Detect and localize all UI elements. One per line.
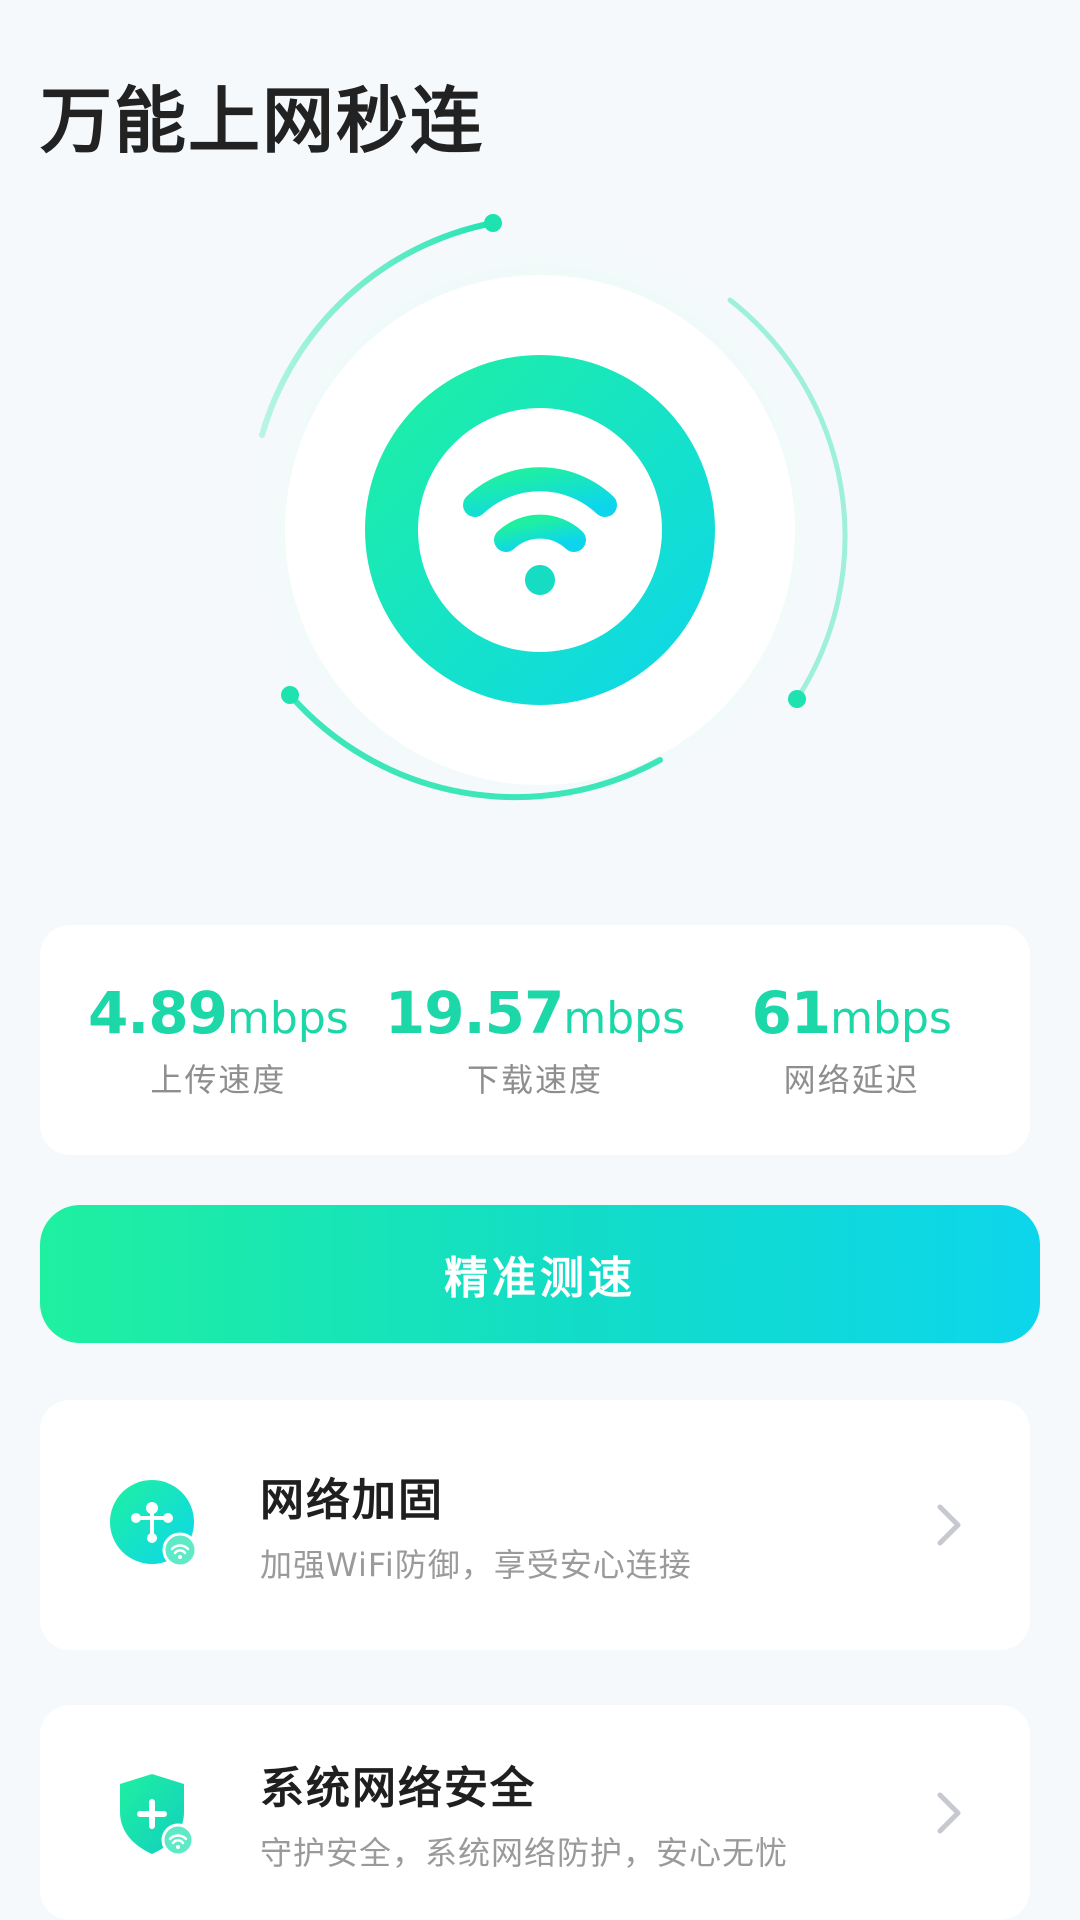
- stat-download-unit: mbps: [563, 993, 686, 1044]
- feature-network-hardening-title: 网络加固: [260, 1475, 444, 1526]
- stat-download-value-wrap: 19.57 mbps: [385, 979, 685, 1047]
- network-hub-icon: [110, 1480, 200, 1570]
- accurate-speed-test-button[interactable]: 精准测速: [40, 1205, 1040, 1343]
- feature-system-network-security-text: 系统网络安全 守护安全，系统网络防护，安心无忧: [260, 1752, 930, 1874]
- stat-latency-label: 网络延迟: [783, 1061, 920, 1099]
- hero-wifi-graphic: [0, 180, 1080, 860]
- stat-upload-unit: mbps: [227, 993, 349, 1044]
- feature-network-hardening-subtitle: 加强WiFi防御，享受安心连接: [260, 1546, 692, 1584]
- shield-plus-icon: [110, 1768, 200, 1858]
- stat-upload-label: 上传速度: [150, 1061, 287, 1099]
- arc-dot-top: [484, 214, 502, 232]
- feature-system-network-security-subtitle: 守护安全，系统网络防护，安心无忧: [260, 1833, 789, 1872]
- stat-upload-value: 4.89: [87, 979, 228, 1047]
- hero-svg: [230, 210, 850, 830]
- stat-latency: 61 mbps 网络延迟: [702, 979, 1002, 1101]
- speed-test-screen: 万能上网秒连 4.89 mbps 上传速度 19.57 mbps 下载速度 61…: [0, 0, 1080, 1920]
- chevron-right-icon: [937, 1504, 961, 1546]
- stat-latency-unit: mbps: [830, 993, 952, 1044]
- stat-download: 19.57 mbps 下载速度: [385, 979, 685, 1101]
- wifi-dot: [525, 565, 555, 595]
- feature-system-network-security[interactable]: 系统网络安全 守护安全，系统网络防护，安心无忧: [40, 1705, 1030, 1920]
- feature-network-hardening[interactable]: 网络加固 加强WiFi防御，享受安心连接: [40, 1400, 1030, 1650]
- feature-system-network-security-title: 系统网络安全: [260, 1762, 536, 1814]
- stat-upload: 4.89 mbps 上传速度: [68, 979, 368, 1101]
- arc-dot-bottom: [281, 686, 299, 704]
- page-title: 万能上网秒连: [40, 79, 485, 163]
- arc-dot-right: [788, 690, 806, 708]
- feature-network-hardening-text: 网络加固 加强WiFi防御，享受安心连接: [260, 1464, 930, 1586]
- stat-latency-value-wrap: 61 mbps: [751, 979, 951, 1047]
- chevron-right-icon: [937, 1792, 961, 1833]
- stat-latency-value: 61: [751, 979, 831, 1047]
- stat-upload-value-wrap: 4.89 mbps: [88, 979, 349, 1047]
- stat-download-label: 下载速度: [466, 1061, 603, 1099]
- stat-download-value: 19.57: [384, 979, 564, 1047]
- speed-stats-card: 4.89 mbps 上传速度 19.57 mbps 下载速度 61 mbps 网…: [40, 925, 1030, 1155]
